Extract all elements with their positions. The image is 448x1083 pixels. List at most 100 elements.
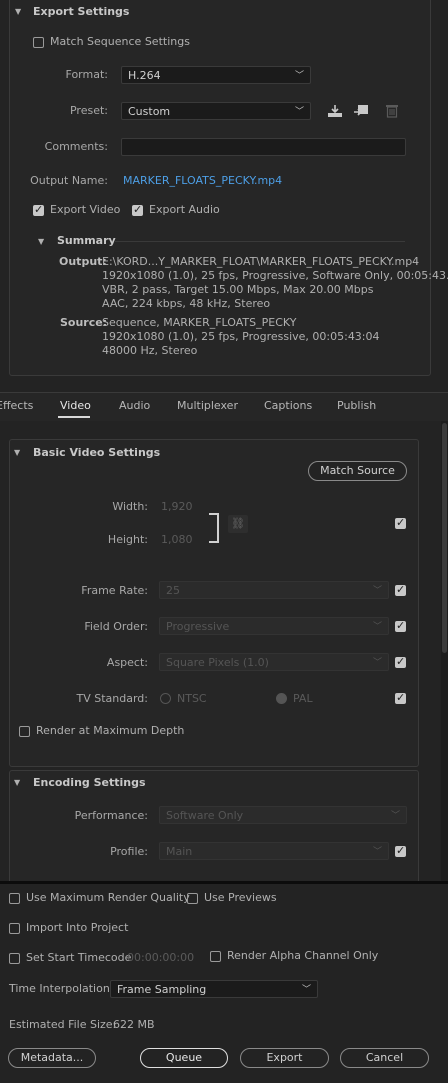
import-into-project-checkbox[interactable] — [9, 923, 20, 934]
performance-label: Performance: — [74, 809, 148, 822]
profile-value: Main — [166, 845, 193, 858]
use-previews-checkbox[interactable] — [187, 893, 198, 904]
tv-standard-override-checkbox[interactable] — [395, 691, 406, 704]
chevron-down-icon: ﹀ — [372, 847, 382, 857]
summary-output-line: VBR, 2 pass, Target 15.00 Mbps, Max 20.0… — [102, 283, 374, 296]
cancel-button[interactable]: Cancel — [340, 1048, 429, 1068]
start-timecode-value[interactable]: 00:00:00:00 — [127, 951, 194, 964]
summary-output-text: E:\KORD...Y_MARKER_FLOAT\MARKER_FLOATS_P… — [102, 255, 448, 311]
basic-video-collapse-icon[interactable]: ▼ — [14, 448, 20, 457]
basic-video-header: Basic Video Settings — [33, 446, 161, 459]
summary-source-label: Source: — [60, 316, 108, 329]
export-settings-collapse-icon[interactable]: ▼ — [15, 7, 21, 16]
export-audio-label: Export Audio — [149, 203, 220, 216]
chevron-down-icon: ﹀ — [294, 107, 304, 117]
tab-video[interactable]: Video — [60, 399, 91, 412]
delete-preset-icon[interactable] — [386, 103, 398, 118]
ntsc-radio[interactable] — [160, 693, 171, 704]
summary-output-line: AAC, 224 kbps, 48 kHz, Stereo — [102, 297, 271, 310]
width-value[interactable]: 1,920 — [161, 500, 193, 513]
chevron-down-icon: ﹀ — [294, 71, 304, 81]
tab-audio[interactable]: Audio — [119, 399, 150, 412]
output-name-label: Output Name: — [30, 174, 108, 187]
performance-select[interactable]: Software Only ﹀ — [159, 806, 407, 824]
basic-video-panel — [9, 439, 419, 767]
tab-multiplexer[interactable]: Multiplexer — [177, 399, 238, 412]
profile-label: Profile: — [110, 845, 148, 858]
chevron-down-icon: ﹀ — [301, 985, 311, 995]
export-video-checkbox[interactable] — [33, 203, 44, 216]
format-value: H.264 — [128, 69, 161, 82]
height-value[interactable]: 1,080 — [161, 533, 193, 546]
queue-button[interactable]: Queue — [140, 1048, 228, 1068]
output-name-link[interactable]: MARKER_FLOATS_PECKY.mp4 — [123, 174, 282, 187]
aspect-label: Aspect: — [106, 656, 148, 669]
width-label: Width: — [112, 500, 148, 513]
summary-output-line: 1920x1080 (1.0), 25 fps, Progressive, So… — [102, 269, 448, 282]
tab-captions[interactable]: Captions — [264, 399, 312, 412]
match-sequence-label: Match Sequence Settings — [50, 35, 190, 48]
profile-override-checkbox[interactable] — [395, 844, 406, 857]
tab-publish[interactable]: Publish — [337, 399, 376, 412]
summary-output-label: Output: — [59, 255, 107, 268]
height-label: Height: — [107, 533, 148, 546]
render-alpha-checkbox[interactable] — [210, 951, 221, 962]
aspect-value: Square Pixels (1.0) — [166, 656, 269, 669]
field-order-override-checkbox[interactable] — [395, 619, 406, 632]
format-select[interactable]: H.264 ﹀ — [121, 66, 311, 84]
estimated-size-label: Estimated File Size: — [9, 1018, 117, 1031]
chevron-down-icon: ﹀ — [372, 622, 382, 632]
export-settings-header: Export Settings — [33, 5, 130, 18]
summary-source-text: Sequence, MARKER_FLOATS_PECKY 1920x1080 … — [102, 316, 380, 358]
comments-input[interactable] — [121, 138, 406, 156]
summary-source-line: Sequence, MARKER_FLOATS_PECKY — [102, 316, 297, 329]
summary-divider — [115, 241, 405, 242]
frame-rate-select[interactable]: 25 ﹀ — [159, 581, 389, 599]
set-start-timecode-checkbox[interactable] — [9, 953, 20, 964]
dimensions-override-checkbox[interactable] — [395, 516, 406, 529]
max-render-quality-checkbox[interactable] — [9, 893, 20, 904]
tv-standard-label: TV Standard: — [76, 692, 149, 705]
field-order-label: Field Order: — [84, 620, 148, 633]
settings-scrollbar-thumb[interactable] — [442, 423, 447, 653]
summary-output-line: E:\KORD...Y_MARKER_FLOAT\MARKER_FLOATS_P… — [102, 255, 420, 268]
render-alpha-label: Render Alpha Channel Only — [227, 949, 379, 962]
settings-scrollbar[interactable] — [441, 421, 448, 883]
save-preset-icon[interactable] — [327, 104, 343, 118]
link-dimensions-icon[interactable]: ⛓ — [228, 515, 248, 533]
time-interpolation-select[interactable]: Frame Sampling ﹀ — [110, 980, 318, 998]
summary-source-line: 1920x1080 (1.0), 25 fps, Progressive, 00… — [102, 330, 380, 343]
profile-select[interactable]: Main ﹀ — [159, 842, 389, 860]
import-preset-icon[interactable] — [353, 104, 371, 118]
pal-radio[interactable] — [276, 693, 287, 704]
use-previews-label: Use Previews — [204, 891, 277, 904]
match-sequence-checkbox[interactable] — [33, 37, 44, 48]
summary-source-line: 48000 Hz, Stereo — [102, 344, 198, 357]
match-source-button[interactable]: Match Source — [308, 461, 407, 481]
chevron-down-icon: ﹀ — [372, 658, 382, 668]
preset-select[interactable]: Custom ﹀ — [121, 102, 311, 120]
field-order-select[interactable]: Progressive ﹀ — [159, 617, 389, 635]
frame-rate-override-checkbox[interactable] — [395, 583, 406, 596]
tab-effects[interactable]: Effects — [0, 399, 33, 412]
export-audio-checkbox[interactable] — [132, 203, 143, 216]
chevron-down-icon: ﹀ — [390, 811, 400, 821]
max-render-quality-label: Use Maximum Render Quality — [26, 891, 190, 904]
preset-label: Preset: — [69, 104, 108, 117]
export-video-label: Export Video — [50, 203, 121, 216]
metadata-button[interactable]: Metadata... — [8, 1048, 96, 1068]
aspect-select[interactable]: Square Pixels (1.0) ﹀ — [159, 653, 389, 671]
field-order-value: Progressive — [166, 620, 230, 633]
summary-collapse-icon[interactable]: ▼ — [38, 237, 44, 246]
pal-label: PAL — [293, 692, 313, 705]
export-button[interactable]: Export — [240, 1048, 329, 1068]
tab-video-underline — [58, 416, 90, 418]
frame-rate-label: Frame Rate: — [81, 584, 148, 597]
render-max-depth-checkbox[interactable] — [19, 726, 30, 737]
import-into-project-label: Import Into Project — [26, 921, 129, 934]
aspect-override-checkbox[interactable] — [395, 655, 406, 668]
time-interpolation-label: Time Interpolation: — [9, 982, 114, 995]
set-start-timecode-label: Set Start Timecode — [26, 951, 132, 964]
time-interpolation-value: Frame Sampling — [117, 983, 207, 996]
encoding-collapse-icon[interactable]: ▼ — [14, 778, 20, 787]
